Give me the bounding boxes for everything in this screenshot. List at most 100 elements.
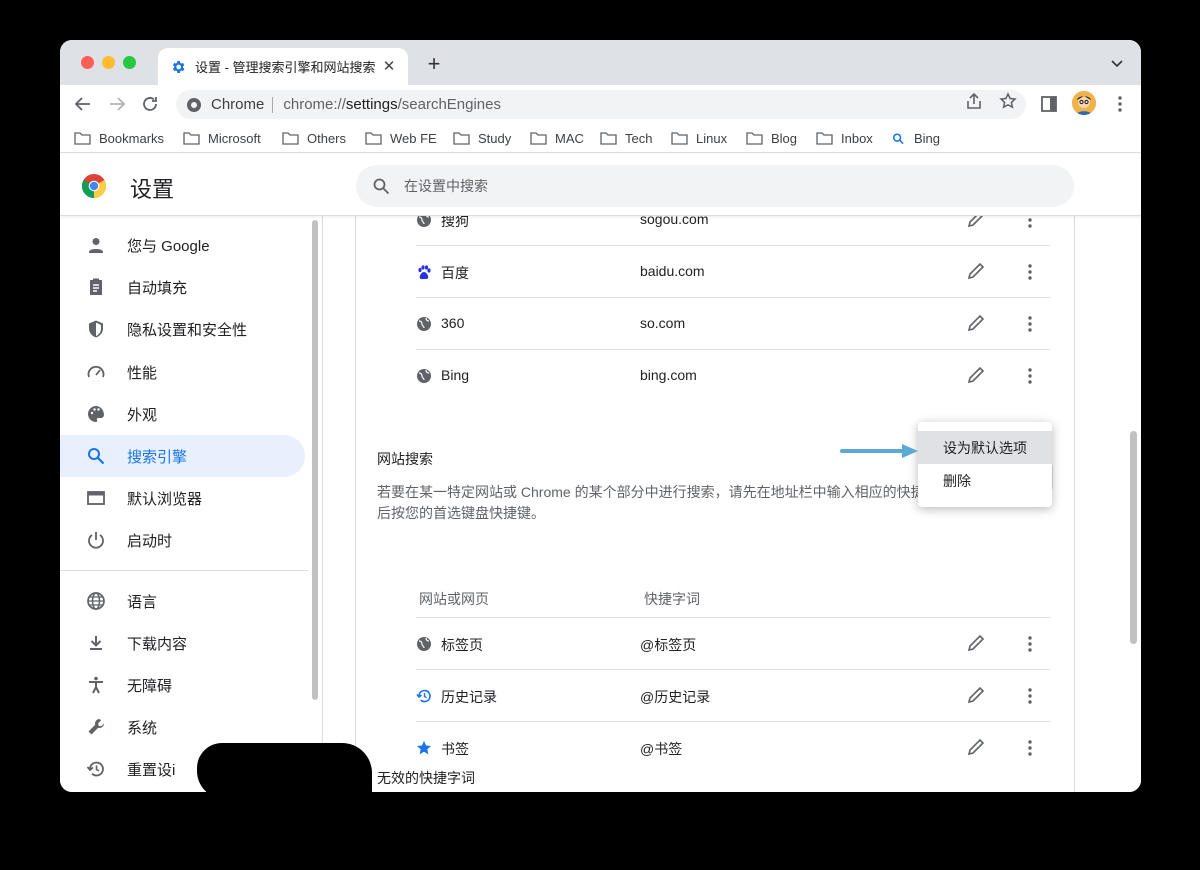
share-icon[interactable] bbox=[965, 92, 983, 110]
bookmark-folder[interactable]: Linux bbox=[671, 130, 727, 146]
close-tab-icon[interactable]: ✕ bbox=[382, 59, 396, 74]
search-icon bbox=[892, 132, 904, 144]
site-keyword: @书签 bbox=[640, 741, 683, 757]
folder-icon bbox=[453, 132, 470, 145]
new-tab-button[interactable]: + bbox=[424, 53, 444, 75]
sidebar-item-label: 无障碍 bbox=[127, 677, 173, 695]
sidebar-item-appearance[interactable]: 外观 bbox=[60, 393, 305, 435]
sidebar-item-label: 重置设i bbox=[127, 761, 176, 779]
sidebar-item-downloads[interactable]: 下载内容 bbox=[60, 622, 305, 664]
bookmark-folder[interactable]: Bookmarks bbox=[74, 130, 164, 146]
sidebar-item-autofill[interactable]: 自动填充 bbox=[60, 266, 305, 308]
sidebar-item-label: 下载内容 bbox=[127, 635, 188, 653]
maximize-window-button[interactable] bbox=[123, 56, 136, 69]
folder-icon bbox=[746, 132, 763, 145]
kebab-menu-icon[interactable] bbox=[1110, 93, 1130, 115]
bookmark-folder[interactable]: Inbox bbox=[816, 130, 873, 146]
bookmark-folder[interactable]: Microsoft bbox=[183, 130, 261, 146]
folder-icon bbox=[671, 132, 688, 145]
sidebar-item-languages[interactable]: 语言 bbox=[60, 580, 305, 622]
bookmark-folder[interactable]: MAC bbox=[530, 130, 584, 146]
folder-icon bbox=[530, 132, 547, 145]
bookmark-label: Microsoft bbox=[208, 130, 261, 146]
sidebar-item-default-browser[interactable]: 默认浏览器 bbox=[60, 477, 305, 519]
folder-icon bbox=[365, 132, 382, 145]
edit-pencil-icon[interactable] bbox=[966, 261, 986, 281]
sidebar-item-system[interactable]: 系统 bbox=[60, 706, 305, 748]
settings-body: 您与 Google 自动填充 隐私设置和安全性 性能 外观 搜索引擎 默认浏览器 bbox=[60, 210, 1141, 792]
main-scrollbar[interactable] bbox=[1130, 431, 1137, 644]
edit-pencil-icon[interactable] bbox=[966, 313, 986, 333]
side-panel-icon[interactable] bbox=[1039, 93, 1059, 115]
search-icon bbox=[88, 448, 105, 465]
column-header-keyword: 快捷字词 bbox=[644, 591, 700, 607]
sidebar-item-label: 自动填充 bbox=[127, 279, 188, 297]
shield-icon bbox=[89, 320, 103, 338]
table-row: 书签 @书签 bbox=[416, 722, 1050, 774]
edit-pencil-icon[interactable] bbox=[966, 633, 986, 653]
folder-icon bbox=[183, 132, 200, 145]
sidebar: 您与 Google 自动填充 隐私设置和安全性 性能 外观 搜索引擎 默认浏览器 bbox=[60, 216, 322, 792]
sidebar-item-label: 语言 bbox=[127, 593, 158, 611]
bookmark-folder[interactable]: Tech bbox=[600, 130, 652, 146]
more-options-icon[interactable] bbox=[1022, 314, 1038, 334]
menu-item-set-default[interactable]: 设为默认选项 bbox=[918, 431, 1052, 464]
more-options-icon[interactable] bbox=[1022, 738, 1038, 758]
sidebar-item-label: 外观 bbox=[127, 406, 158, 424]
globe-icon bbox=[417, 369, 431, 383]
tab-strip: 设置 - 管理搜索引擎和网站搜索 ✕ + bbox=[60, 40, 1141, 85]
engine-name: 360 bbox=[441, 315, 465, 331]
gear-icon bbox=[172, 60, 185, 73]
sidebar-scrollbar[interactable] bbox=[312, 220, 318, 700]
sidebar-item-on-startup[interactable]: 启动时 bbox=[60, 519, 305, 561]
close-window-button[interactable] bbox=[81, 56, 94, 69]
back-icon[interactable] bbox=[73, 94, 93, 114]
engine-keyword: so.com bbox=[640, 315, 686, 331]
tab-settings[interactable]: 设置 - 管理搜索引擎和网站搜索 ✕ bbox=[158, 48, 408, 85]
address-bar[interactable]: Chrome chrome://settings/searchEngines bbox=[176, 90, 1026, 119]
more-options-icon[interactable] bbox=[1022, 634, 1038, 654]
globe-icon bbox=[417, 637, 431, 651]
url-path: /searchEngines bbox=[397, 96, 501, 113]
bookmark-label: Blog bbox=[771, 130, 798, 146]
more-options-icon[interactable] bbox=[1022, 686, 1038, 706]
settings-header: 设置 在设置中搜索 bbox=[60, 154, 1141, 216]
engine-name: 百度 bbox=[441, 265, 469, 281]
bookmark-folder[interactable]: Web FE bbox=[365, 130, 437, 146]
bookmark-label: Bing bbox=[913, 130, 940, 146]
sidebar-item-privacy[interactable]: 隐私设置和安全性 bbox=[60, 308, 305, 350]
edit-pencil-icon[interactable] bbox=[966, 685, 986, 705]
edit-pencil-icon[interactable] bbox=[966, 737, 986, 757]
bookmark-label: MAC bbox=[555, 130, 584, 146]
edit-pencil-icon[interactable] bbox=[966, 365, 986, 385]
chrome-logo-icon bbox=[82, 174, 106, 198]
sidebar-item-performance[interactable]: 性能 bbox=[60, 351, 305, 393]
settings-search-input[interactable]: 在设置中搜索 bbox=[356, 165, 1074, 207]
menu-item-delete[interactable]: 删除 bbox=[918, 464, 1052, 497]
bookmark-folder[interactable]: Blog bbox=[746, 130, 797, 146]
bookmark-folder[interactable]: Study bbox=[453, 130, 511, 146]
minimize-window-button[interactable] bbox=[102, 56, 115, 69]
avatar[interactable] bbox=[1072, 91, 1096, 115]
avatar-image bbox=[1072, 91, 1096, 115]
sidebar-item-label: 性能 bbox=[127, 364, 158, 382]
chevron-down-icon[interactable] bbox=[1111, 57, 1123, 69]
site-name: 书签 bbox=[441, 741, 469, 757]
engine-keyword: bing.com bbox=[640, 367, 697, 383]
star-icon[interactable] bbox=[999, 92, 1017, 110]
sidebar-item-accessibility[interactable]: 无障碍 bbox=[60, 664, 305, 706]
reload-icon[interactable] bbox=[140, 94, 160, 114]
bookmark-label: Others bbox=[307, 130, 347, 146]
table-row: 百度 baidu.com bbox=[416, 246, 1050, 298]
forward-icon[interactable] bbox=[107, 94, 127, 114]
folder-icon bbox=[74, 132, 91, 145]
sidebar-item-search-engine[interactable]: 搜索引擎 bbox=[60, 435, 305, 477]
folder-icon bbox=[600, 132, 617, 145]
bookmark-bing[interactable]: Bing bbox=[892, 130, 940, 146]
bookmark-folder[interactable]: Others bbox=[282, 130, 346, 146]
site-chip: Chrome bbox=[211, 96, 274, 113]
accessibility-icon bbox=[89, 676, 103, 694]
more-options-icon[interactable] bbox=[1022, 366, 1038, 386]
sidebar-item-you-and-google[interactable]: 您与 Google bbox=[60, 224, 305, 266]
more-options-icon[interactable] bbox=[1022, 262, 1038, 282]
